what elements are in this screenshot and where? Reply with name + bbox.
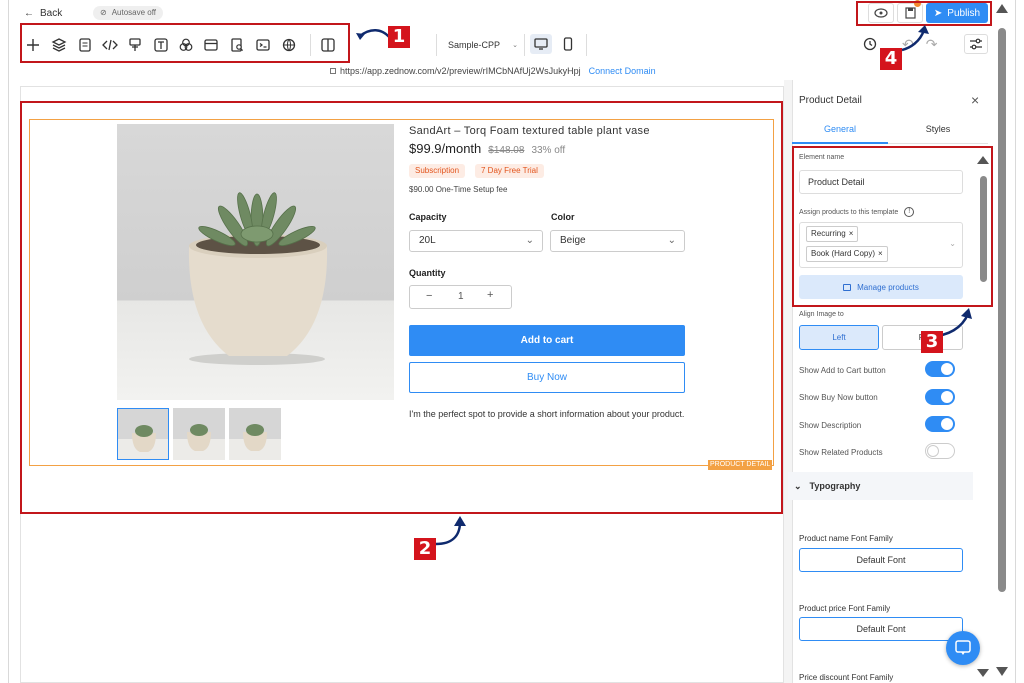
cloud-off-icon: ⊘: [100, 8, 107, 17]
tab-general[interactable]: General: [792, 124, 888, 144]
toolbar-divider: [586, 34, 587, 56]
toggle-label-related-products: Show Related Products: [799, 448, 883, 457]
annotation-arrow-4: [901, 25, 929, 52]
history-button[interactable]: [862, 36, 878, 52]
annotation-number-1: 1: [388, 26, 410, 48]
desktop-view-button[interactable]: [530, 34, 552, 54]
toggle-description[interactable]: [925, 416, 955, 432]
price-discount-font-label: Price discount Font Family: [799, 673, 894, 682]
arrow-left-icon: ←: [24, 7, 34, 19]
back-link[interactable]: ← Back: [24, 6, 62, 20]
toggle-label-buy-now: Show Buy Now button: [799, 393, 878, 402]
chat-help-button[interactable]: [946, 631, 980, 665]
product-name-font-select[interactable]: Default Font: [799, 548, 963, 572]
annotation-arrow-2: [435, 516, 466, 546]
settings-button[interactable]: [964, 34, 988, 54]
toggle-related-products[interactable]: [925, 443, 955, 459]
chevron-down-icon: ⌄: [794, 480, 802, 491]
typography-section-header[interactable]: ⌄ Typography: [788, 472, 973, 500]
toolbar-divider: [436, 34, 437, 56]
sliders-icon: [970, 38, 982, 50]
canvas-side-gap: [784, 80, 792, 683]
panel-title: Product Detail: [799, 95, 862, 106]
copy-icon[interactable]: [330, 68, 336, 74]
preview-url-bar: https://app.zednow.com/v2/preview/rIMCbN…: [330, 65, 656, 77]
product-name-font-label: Product name Font Family: [799, 534, 893, 543]
preview-url[interactable]: https://app.zednow.com/v2/preview/rIMCbN…: [340, 66, 581, 76]
connect-domain-link[interactable]: Connect Domain: [589, 66, 656, 76]
annotation-number-2: 2: [414, 538, 436, 560]
annotation-box-3: [792, 146, 993, 307]
toggle-add-to-cart[interactable]: [925, 361, 955, 377]
phone-icon: [563, 37, 573, 51]
toggle-label-description: Show Description: [799, 421, 862, 430]
annotation-arrow-1: [356, 29, 391, 40]
window-scrollbar-thumb[interactable]: [998, 28, 1006, 592]
product-price-font-label: Product price Font Family: [799, 604, 891, 613]
close-icon[interactable]: ×: [971, 92, 979, 108]
toggle-label-add-to-cart: Show Add to Cart button: [799, 366, 886, 375]
align-left-button[interactable]: Left: [799, 325, 879, 350]
annotation-number-3: 3: [921, 331, 943, 353]
annotation-box-2: [20, 101, 783, 514]
product-price-font-select[interactable]: Default Font: [799, 617, 963, 641]
monitor-icon: [534, 38, 548, 50]
autosave-toggle[interactable]: ⊘ Autosave off: [93, 6, 164, 20]
toolbar-divider: [524, 34, 525, 56]
panel-scroll-down-icon[interactable]: [977, 669, 989, 677]
template-select[interactable]: Sample-CPP ⌄: [448, 38, 518, 52]
annotation-box-1: [20, 23, 350, 63]
tab-styles[interactable]: Styles: [888, 124, 988, 144]
chat-icon: [955, 640, 971, 655]
align-image-label: Align Image to: [799, 311, 844, 318]
scroll-up-icon[interactable]: [996, 4, 1008, 13]
toggle-buy-now[interactable]: [925, 389, 955, 405]
history-icon: [863, 37, 877, 51]
chevron-down-icon: ⌄: [512, 42, 518, 49]
mobile-view-button[interactable]: [558, 34, 578, 54]
scroll-down-icon[interactable]: [996, 667, 1008, 676]
annotation-number-4: 4: [880, 48, 902, 70]
